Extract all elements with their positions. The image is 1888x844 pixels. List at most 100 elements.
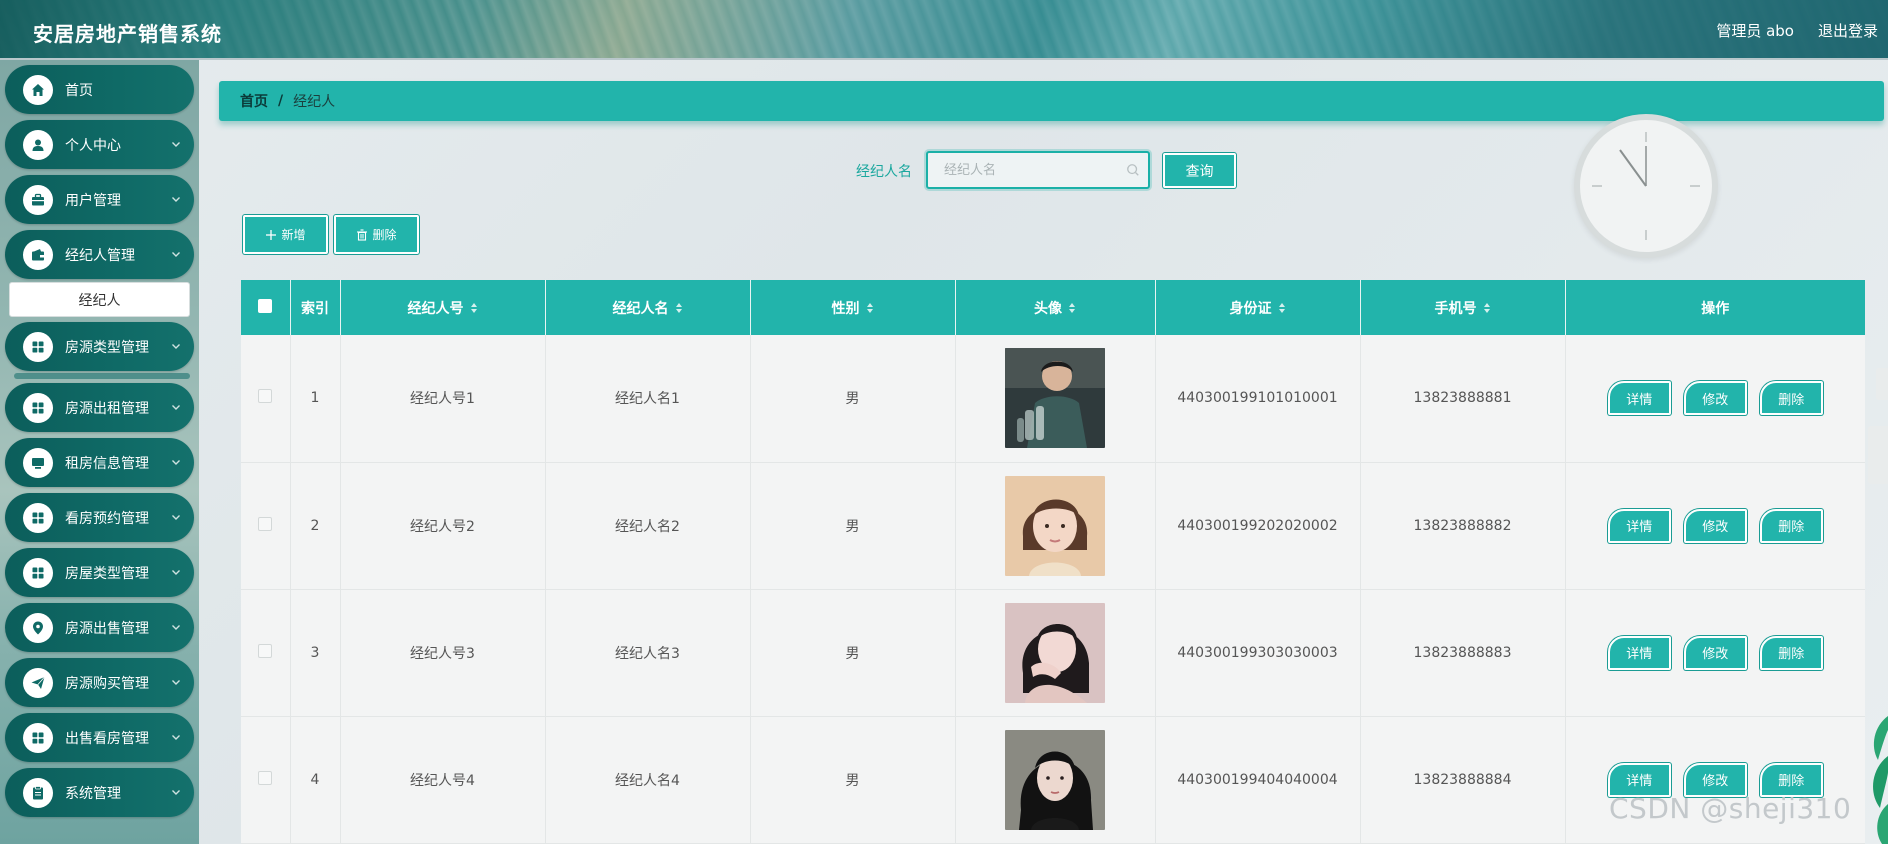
current-user-label: 管理员 abo [1716, 22, 1794, 40]
right-edge-handle [1876, 368, 1888, 400]
cell-gender: 男 [750, 716, 956, 844]
edit-button[interactable]: 修改 [1683, 381, 1747, 416]
column-header-6[interactable]: 身份证 [1155, 280, 1361, 335]
search-input[interactable] [928, 153, 1148, 187]
sidebar-item-label: 系统管理 [65, 785, 121, 802]
cell-agent-name: 经纪人名4 [545, 716, 751, 844]
column-header-label: 经纪人名 [612, 300, 669, 317]
table-row: 2 经纪人号2 经纪人名2 男 440300199202020002 1382388888… [241, 462, 1865, 590]
cell-agent-name: 经纪人名3 [545, 589, 751, 717]
column-header-4[interactable]: 性别 [750, 280, 956, 335]
cell-select [241, 716, 291, 844]
cell-avatar [955, 335, 1156, 463]
home-icon [23, 74, 53, 105]
cell-index: 1 [290, 335, 341, 463]
cell-avatar [955, 589, 1156, 717]
row-checkbox[interactable] [258, 389, 273, 404]
column-header-7[interactable]: 手机号 [1360, 280, 1566, 335]
column-header-label: 性别 [831, 300, 860, 317]
sort-icon[interactable] [1483, 302, 1491, 314]
delete-button[interactable]: 删除 [1759, 381, 1823, 416]
cell-phone: 13823888881 [1360, 335, 1566, 463]
sidebar-item-12[interactable]: 出售看房管理 [5, 713, 194, 762]
agent-table: 索引 经纪人号 经纪人名 性别 头像 身份证 手机号 操作 1 经纪人号1 经纪人名1 男 44030… [241, 280, 1865, 844]
edit-button[interactable]: 修改 [1683, 508, 1747, 543]
sidebar-item-3[interactable]: 用户管理 [5, 175, 194, 224]
chevron-down-icon [170, 190, 194, 209]
add-button[interactable]: 新增 [243, 215, 328, 254]
sidebar-item-9[interactable]: 房屋类型管理 [5, 548, 194, 597]
sidebar-item-2[interactable]: 个人中心 [5, 120, 194, 169]
submenu-item-agent[interactable]: 经纪人 [9, 282, 190, 317]
select-all-checkbox[interactable] [258, 298, 273, 313]
table-row: 1 经纪人号1 经纪人名1 男 440300199101010001 1382388888… [241, 335, 1865, 463]
column-header-label: 头像 [1034, 300, 1062, 317]
user-icon [23, 129, 53, 160]
sidebar-item-label: 用户管理 [65, 192, 121, 209]
cell-avatar [955, 716, 1156, 844]
row-checkbox[interactable] [258, 643, 273, 658]
detail-button[interactable]: 详情 [1607, 508, 1671, 543]
cell-phone: 13823888884 [1360, 716, 1566, 844]
chevron-down-icon [170, 783, 194, 802]
grid-icon [23, 331, 53, 362]
breadcrumb-separator: / [278, 93, 284, 109]
chevron-down-icon [170, 508, 194, 527]
clipboard-icon [23, 777, 53, 808]
cell-phone: 13823888883 [1360, 589, 1566, 717]
column-header-label: 手机号 [1434, 300, 1477, 317]
chevron-down-icon [170, 245, 194, 264]
sidebar-item-11[interactable]: 房源购买管理 [5, 658, 194, 707]
cell-select [241, 589, 291, 717]
breadcrumb-current: 经纪人 [293, 94, 336, 110]
column-header-5[interactable]: 头像 [955, 280, 1156, 335]
cell-index: 3 [290, 589, 341, 717]
sidebar-item-4[interactable]: 经纪人管理 [5, 230, 194, 279]
avatar[interactable] [1005, 475, 1105, 576]
column-header-3[interactable]: 经纪人名 [545, 280, 751, 335]
sidebar-item-label: 首页 [65, 82, 93, 99]
breadcrumb-home[interactable]: 首页 [240, 91, 268, 111]
logout-link[interactable]: 退出登录 [1818, 20, 1878, 41]
sidebar-item-5[interactable]: 房源类型管理 [5, 322, 194, 371]
batch-delete-button[interactable]: 删除 [334, 215, 419, 254]
sidebar-item-1[interactable]: 首页 [5, 65, 194, 114]
sidebar-item-7[interactable]: 租房信息管理 [5, 438, 194, 487]
avatar[interactable] [1005, 602, 1105, 703]
app-title: 安居房地产销售系统 [33, 22, 222, 46]
detail-button[interactable]: 详情 [1607, 381, 1671, 416]
sidebar-item-8[interactable]: 看房预约管理 [5, 493, 194, 542]
column-header-label: 操作 [1701, 300, 1730, 317]
sidebar-item-6[interactable]: 房源出租管理 [5, 383, 194, 432]
grid-icon [23, 722, 53, 753]
chevron-down-icon [170, 728, 194, 747]
column-header-8: 操作 [1565, 280, 1865, 335]
sort-icon[interactable] [675, 302, 683, 314]
sort-icon[interactable] [1068, 302, 1076, 314]
detail-button[interactable]: 详情 [1607, 635, 1671, 670]
sidebar-item-13[interactable]: 系统管理 [5, 768, 194, 817]
sidebar-item-label: 房源购买管理 [65, 675, 149, 692]
sidebar-item-10[interactable]: 房源出售管理 [5, 603, 194, 652]
sort-icon[interactable] [470, 302, 478, 314]
cell-gender: 男 [750, 462, 956, 590]
cell-agent-name: 经纪人名2 [545, 462, 751, 590]
delete-button[interactable]: 删除 [1759, 635, 1823, 670]
delete-button[interactable]: 删除 [1759, 508, 1823, 543]
column-header-2[interactable]: 经纪人号 [340, 280, 546, 335]
row-checkbox[interactable] [258, 770, 273, 785]
sort-icon[interactable] [866, 302, 874, 314]
avatar[interactable] [1005, 729, 1105, 830]
row-checkbox[interactable] [258, 516, 273, 531]
briefcase-icon [23, 184, 53, 215]
sort-icon[interactable] [1278, 302, 1286, 314]
avatar[interactable] [1005, 348, 1105, 449]
chevron-down-icon [170, 563, 194, 582]
column-header-1: 索引 [290, 280, 341, 335]
edit-button[interactable]: 修改 [1683, 635, 1747, 670]
table-row: 3 经纪人号3 经纪人名3 男 440300199303030003 1382388888… [241, 589, 1865, 717]
cell-agent-no: 经纪人号1 [340, 335, 546, 463]
grid-icon [23, 557, 53, 588]
query-button[interactable]: 查询 [1163, 153, 1236, 188]
sidebar-item-label: 经纪人管理 [65, 247, 135, 264]
